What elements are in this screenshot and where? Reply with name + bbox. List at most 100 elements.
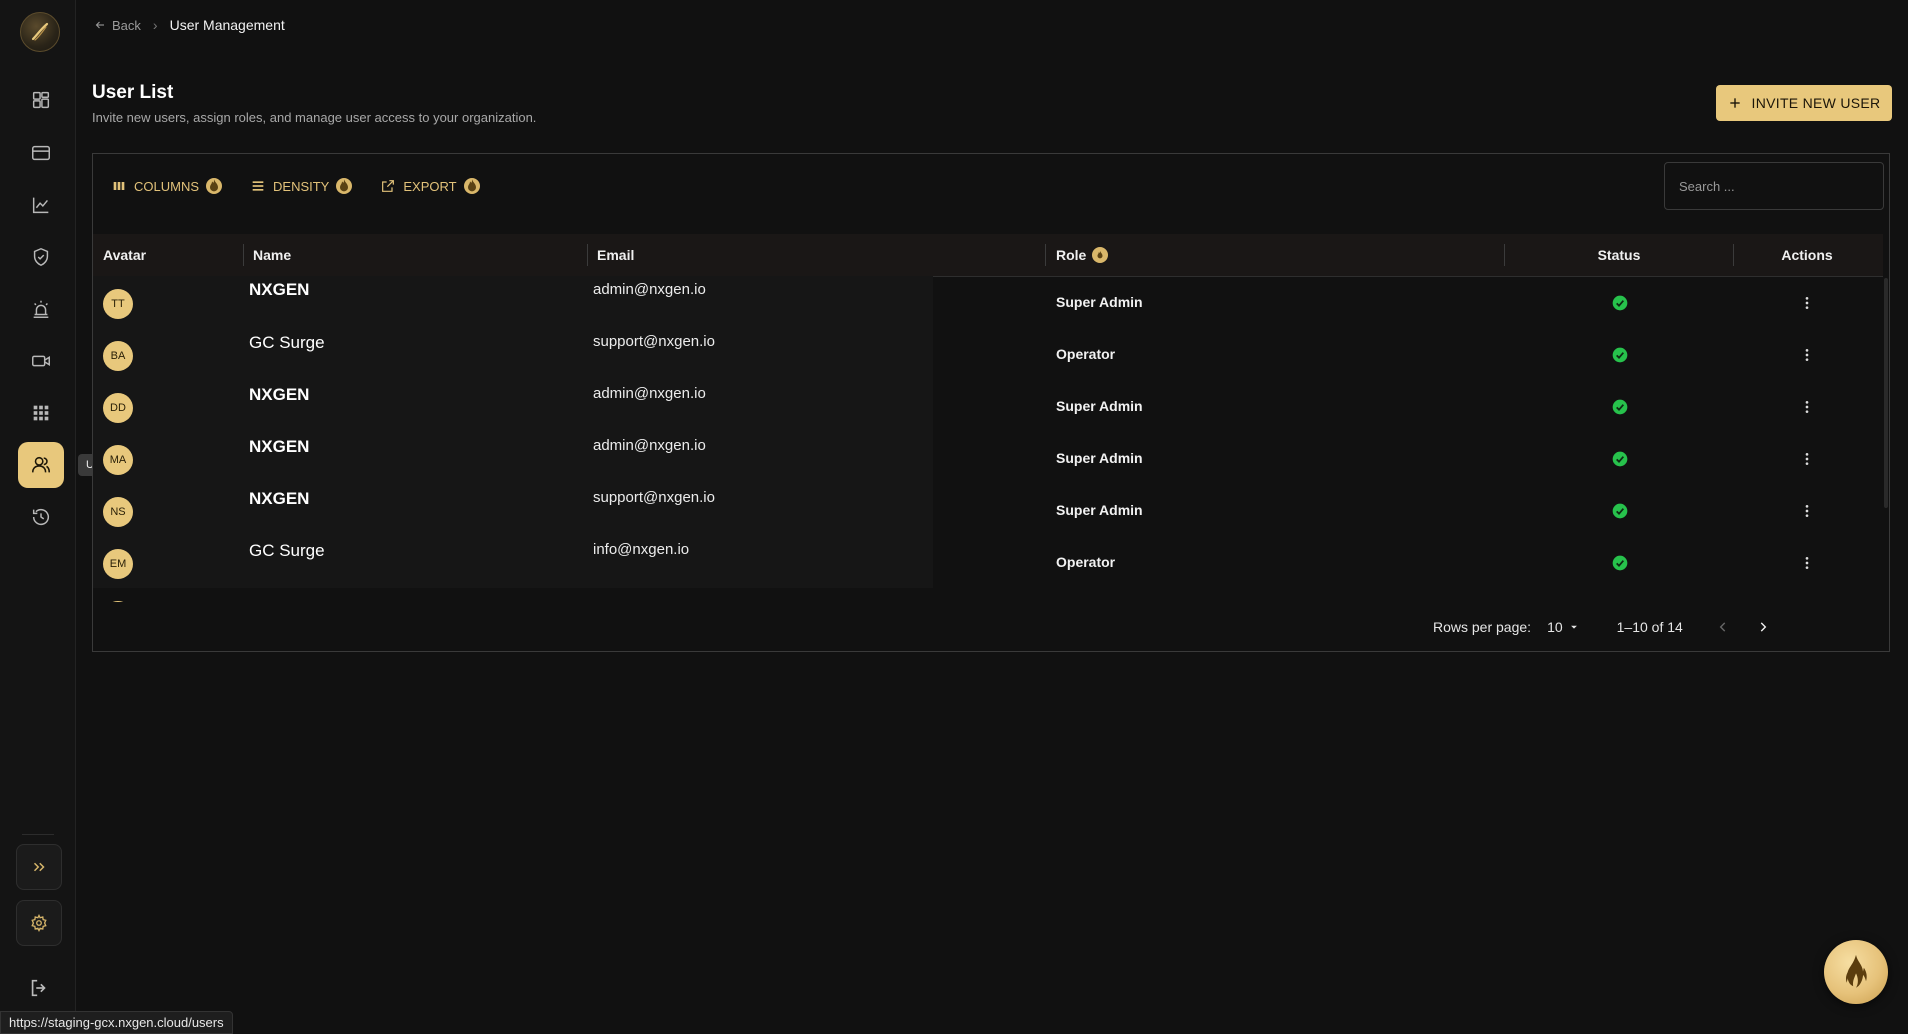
more-vertical-icon[interactable]	[1799, 451, 1815, 467]
card-icon	[32, 145, 50, 161]
page-title: User List	[92, 82, 174, 103]
logout-button[interactable]	[28, 977, 50, 1004]
dashboard-icon	[32, 91, 50, 109]
export-button[interactable]: EXPORT	[380, 178, 480, 194]
user-name: GC Surge	[249, 541, 325, 560]
avatar: TT	[103, 289, 133, 319]
column-separator[interactable]	[243, 244, 244, 266]
avatar: BA	[103, 341, 133, 371]
alarm-icon	[33, 300, 49, 318]
user-name: GC Surge	[249, 333, 325, 352]
search-field[interactable]	[1664, 162, 1884, 210]
header-avatar[interactable]: Avatar	[103, 234, 146, 276]
header-name[interactable]: Name	[253, 234, 291, 276]
page-subtitle: Invite new users, assign roles, and mana…	[92, 110, 537, 125]
more-vertical-icon[interactable]	[1799, 555, 1815, 571]
table-row[interactable]: TT NXGEN admin@nxgen.io Super Admin	[93, 276, 1883, 328]
breadcrumb: Back › User Management	[94, 17, 285, 33]
header-actions: Actions	[1781, 247, 1833, 263]
row-highlight	[93, 328, 933, 380]
nav-billing[interactable]	[18, 130, 64, 176]
more-vertical-icon[interactable]	[1799, 347, 1815, 363]
nav-cameras[interactable]	[18, 338, 64, 384]
user-email: admin@nxgen.io	[593, 385, 706, 402]
nav-history[interactable]	[18, 494, 64, 540]
arrow-left-icon	[95, 21, 104, 29]
users-icon	[31, 456, 51, 473]
table-row[interactable]: EM GC Surge info@nxgen.io Operator	[93, 536, 1883, 588]
nav-dashboard[interactable]	[18, 77, 64, 123]
table-scrollbar[interactable]	[1884, 278, 1888, 508]
flame-icon	[206, 178, 223, 194]
check-circle-icon	[1612, 399, 1628, 415]
app-logo[interactable]	[20, 12, 60, 52]
assistant-fab-button[interactable]	[1824, 940, 1888, 1004]
user-email: admin@nxgen.io	[593, 437, 706, 454]
plus-icon	[1729, 98, 1740, 108]
nav-alarms[interactable]	[18, 286, 64, 332]
table-row[interactable]: BA GC Surge support@nxgen.io Operator	[93, 328, 1883, 380]
user-role: Super Admin	[1056, 450, 1143, 466]
user-email: info@nxgen.io	[593, 541, 690, 558]
density-label: DENSITY	[273, 178, 330, 194]
header-role[interactable]: Role	[1056, 234, 1109, 276]
previous-page-button[interactable]	[1709, 613, 1737, 641]
chevron-right-icon	[1760, 622, 1767, 632]
check-circle-icon	[1612, 451, 1628, 467]
logo-swoosh-icon	[31, 22, 49, 41]
user-role: Super Admin	[1056, 502, 1143, 518]
user-name: NXGEN	[249, 385, 310, 404]
more-vertical-icon[interactable]	[1799, 503, 1815, 519]
user-email: support@nxgen.io	[593, 489, 715, 506]
flame-icon	[1092, 247, 1109, 263]
row-highlight	[93, 536, 933, 588]
user-email: support@nxgen.io	[593, 333, 715, 350]
next-page-button[interactable]	[1749, 613, 1777, 641]
expand-sidebar-button[interactable]	[16, 844, 62, 890]
double-chevron-right-icon	[33, 862, 45, 872]
breadcrumb-current: User Management	[169, 17, 285, 33]
table-toolbar: COLUMNS DENSITY EXPORT	[111, 178, 480, 194]
sidebar: Users	[0, 0, 123, 1032]
rows-per-page-select[interactable]: 10	[1547, 619, 1579, 635]
table-row[interactable]	[93, 588, 1883, 602]
density-button[interactable]: DENSITY	[250, 178, 353, 194]
avatar: DD	[103, 393, 133, 423]
check-circle-icon	[1612, 347, 1628, 363]
header-email[interactable]: Email	[597, 234, 634, 276]
nav-security[interactable]	[18, 234, 64, 280]
pagination: Rows per page: 10 1–10 of 14	[1433, 609, 1777, 645]
column-separator[interactable]	[1045, 244, 1046, 266]
nav-users[interactable]	[18, 442, 64, 488]
density-icon	[252, 181, 264, 191]
columns-button[interactable]: COLUMNS	[111, 178, 223, 194]
invite-new-user-button[interactable]: INVITE NEW USER	[1716, 85, 1892, 121]
page-range: 1–10 of 14	[1616, 619, 1683, 635]
check-circle-icon	[1612, 555, 1628, 571]
user-name: NXGEN	[249, 280, 310, 299]
gear-icon	[31, 914, 47, 932]
rows-per-page-label: Rows per page:	[1433, 619, 1532, 635]
table-header: Avatar Name Email Role Status Actions	[93, 234, 1883, 277]
table-row[interactable]: NS NXGEN support@nxgen.io Super Admin	[93, 484, 1883, 536]
user-name: NXGEN	[249, 437, 310, 456]
back-link[interactable]: Back	[94, 18, 141, 33]
header-status[interactable]: Status	[1505, 234, 1733, 276]
column-separator[interactable]	[587, 244, 588, 266]
search-input[interactable]	[1665, 163, 1883, 209]
row-highlight	[93, 484, 933, 536]
link-preview-status: https://staging-gcx.nxgen.cloud/users	[0, 1011, 233, 1034]
nav-analytics[interactable]	[18, 182, 64, 228]
columns-icon	[113, 182, 125, 190]
settings-button[interactable]	[16, 900, 62, 946]
table-row[interactable]: MA NXGEN admin@nxgen.io Super Admin	[93, 432, 1883, 484]
user-table-card: COLUMNS DENSITY EXPORT Search ... Avatar…	[92, 153, 1890, 652]
more-vertical-icon[interactable]	[1799, 295, 1815, 311]
caret-down-icon	[1570, 625, 1577, 629]
nav-grid[interactable]	[18, 390, 64, 436]
more-vertical-icon[interactable]	[1799, 399, 1815, 415]
flame-icon	[1846, 954, 1867, 988]
user-email: admin@nxgen.io	[593, 281, 706, 298]
chevron-left-icon	[1719, 622, 1726, 632]
table-row[interactable]: DD NXGEN admin@nxgen.io Super Admin	[93, 380, 1883, 432]
